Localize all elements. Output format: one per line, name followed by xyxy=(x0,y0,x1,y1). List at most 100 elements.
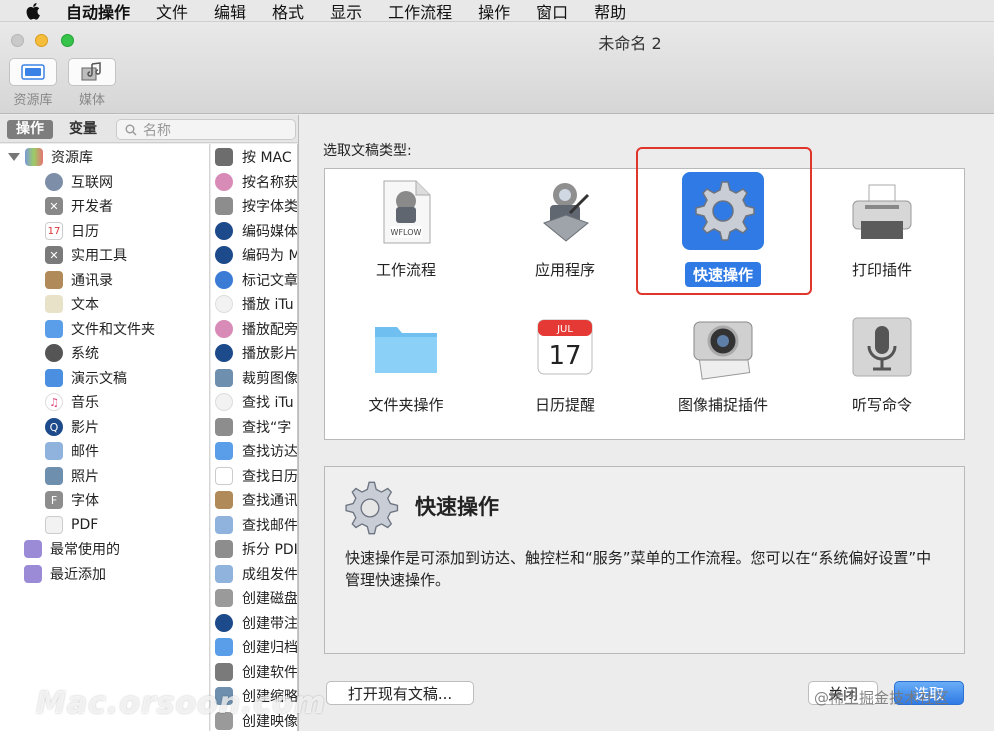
action-item[interactable]: 创建软件 xyxy=(215,660,297,684)
menu-edit[interactable]: 编辑 xyxy=(214,0,246,23)
library-item-label: 互联网 xyxy=(71,175,113,191)
library-item-label: 照片 xyxy=(71,469,99,485)
library-item-system[interactable]: 系统 xyxy=(45,341,99,365)
library-item-files-folders[interactable]: 文件和文件夹 xyxy=(45,317,155,341)
doc-type-application[interactable]: 应用程序 xyxy=(490,177,640,280)
library-item-contacts[interactable]: 通讯录 xyxy=(45,268,113,292)
action-item[interactable]: 按字体类 xyxy=(215,194,297,218)
action-item[interactable]: 创建带注 xyxy=(215,611,297,635)
menu-actions[interactable]: 操作 xyxy=(478,0,510,23)
doc-type-image-capture-plugin[interactable]: 图像捕捉插件 xyxy=(648,312,798,415)
calendar-icon xyxy=(215,467,233,485)
smart-group-most-used[interactable]: 最常使用的 xyxy=(24,537,120,561)
library-root[interactable]: 资源库 xyxy=(8,145,93,169)
action-label: 裁剪图像 xyxy=(242,371,298,387)
library-item-internet[interactable]: 互联网 xyxy=(45,170,113,194)
apple-logo-icon[interactable] xyxy=(22,2,46,20)
quick-action-gear-icon xyxy=(345,481,399,535)
media-toolbar-label: 媒体 xyxy=(78,93,105,108)
finder-icon xyxy=(45,320,63,338)
library-toggle-button[interactable] xyxy=(9,58,57,86)
library-item-text[interactable]: 文本 xyxy=(45,292,99,316)
action-item[interactable]: 裁剪图像 xyxy=(215,366,298,390)
action-item[interactable]: 标记文章 xyxy=(215,268,297,292)
doc-type-dictation-command[interactable]: 听写命令 xyxy=(807,312,957,415)
library-item-label: PDF xyxy=(71,517,99,533)
doc-type-folder-action[interactable]: 文件夹操作 xyxy=(331,312,481,415)
disk-utility-icon xyxy=(215,589,233,607)
action-item[interactable]: 查找“字 xyxy=(215,415,291,439)
doc-type-label: 打印插件 xyxy=(851,261,912,279)
smart-group-recently-added[interactable]: 最近添加 xyxy=(24,562,106,586)
action-item[interactable]: 播放 iTu xyxy=(215,292,294,316)
contacts-icon xyxy=(45,271,63,289)
action-item[interactable]: 成组发件 xyxy=(215,562,297,586)
library-item-presentations[interactable]: 演示文稿 xyxy=(45,366,127,390)
action-item[interactable]: 查找通讯 xyxy=(215,488,298,512)
action-item[interactable]: 编码为 M xyxy=(215,243,297,267)
action-label: 查找通讯 xyxy=(242,493,298,509)
library-list: 资源库 互联网 ✕ 开发者 17 日历 ✕ 实用工具 通讯录 文本 文件和文件夹 系统… xyxy=(0,144,210,731)
quicktime-icon xyxy=(215,222,233,240)
action-item[interactable]: 拆分 PDI xyxy=(215,537,297,561)
close-window-button[interactable] xyxy=(11,34,24,47)
application-icon xyxy=(543,183,590,242)
doc-type-label: 应用程序 xyxy=(534,261,595,279)
menu-format[interactable]: 格式 xyxy=(272,0,304,23)
action-item[interactable]: 查找日历 xyxy=(215,464,297,488)
doc-type-label: 工作流程 xyxy=(375,261,436,279)
mail-icon xyxy=(215,516,233,534)
action-item[interactable]: 播放配旁 xyxy=(215,317,297,341)
search-field[interactable]: 名称 xyxy=(116,119,296,140)
open-existing-document-button[interactable]: 打开现有文稿... xyxy=(326,681,474,705)
action-label: 播放 iTu xyxy=(242,297,294,313)
action-item[interactable]: 创建归档 xyxy=(215,635,297,659)
tab-variables[interactable]: 变量 xyxy=(60,120,106,139)
action-item[interactable]: 查找访达 xyxy=(215,439,297,463)
doc-type-workflow[interactable]: WFLOW 工作流程 xyxy=(331,177,481,280)
action-item[interactable]: 播放影片 xyxy=(215,341,297,365)
document-type-sheet: 选取文稿类型: WFLOW 工作流程 应用程序 快速操作 打印插件 文件夹操作 … xyxy=(298,115,994,731)
doc-type-print-plugin[interactable]: 打印插件 xyxy=(807,177,957,280)
doc-type-calendar-alarm[interactable]: JUL 17 日历提醒 xyxy=(490,312,640,415)
zoom-window-button[interactable] xyxy=(61,34,74,47)
action-item[interactable]: 按名称获 xyxy=(215,170,298,194)
library-item-calendar[interactable]: 17 日历 xyxy=(45,219,99,243)
font-icon: F xyxy=(45,491,63,509)
action-label: 编码媒体 xyxy=(242,224,298,240)
action-item[interactable]: 创建磁盘 xyxy=(215,586,297,610)
menu-view[interactable]: 显示 xyxy=(330,0,362,23)
calendar-icon: 17 xyxy=(45,222,63,240)
action-item[interactable]: 查找 iTu xyxy=(215,390,294,414)
preview-icon xyxy=(215,369,233,387)
library-item-label: 音乐 xyxy=(71,395,99,411)
menu-automator[interactable]: 自动操作 xyxy=(66,0,130,23)
action-item[interactable]: 查找邮件 xyxy=(215,513,297,537)
action-label: 按名称获 xyxy=(242,175,298,191)
library-item-photos[interactable]: 照片 xyxy=(45,464,99,488)
library-item-fonts[interactable]: F 字体 xyxy=(45,488,99,512)
calendar-month: JUL xyxy=(556,324,573,335)
menu-workflow[interactable]: 工作流程 xyxy=(388,0,452,23)
library-item-developer[interactable]: ✕ 开发者 xyxy=(45,194,113,218)
menu-window[interactable]: 窗口 xyxy=(536,0,568,23)
action-item[interactable]: 编码媒体 xyxy=(215,219,298,243)
library-item-utilities[interactable]: ✕ 实用工具 xyxy=(45,243,127,267)
library-item-music[interactable]: ♫ 音乐 xyxy=(45,390,99,414)
highlight-annotation-frame xyxy=(636,147,812,295)
doc-type-label: 图像捕捉插件 xyxy=(677,396,768,414)
menu-file[interactable]: 文件 xyxy=(156,0,188,23)
media-button[interactable] xyxy=(68,58,116,86)
library-item-pdf[interactable]: PDF xyxy=(45,513,98,537)
action-item[interactable]: 按 MAC xyxy=(215,145,292,169)
library-item-mail[interactable]: 邮件 xyxy=(45,439,99,463)
tab-actions[interactable]: 操作 xyxy=(7,120,53,139)
menu-help[interactable]: 帮助 xyxy=(594,0,626,23)
camera-icon xyxy=(693,321,753,380)
library-item-label: 文件和文件夹 xyxy=(71,322,155,338)
library-item-movies[interactable]: Q 影片 xyxy=(45,415,99,439)
minimize-window-button[interactable] xyxy=(35,34,48,47)
action-icon xyxy=(215,148,233,166)
disclosure-triangle-icon[interactable] xyxy=(8,153,20,161)
quicktime-icon: Q xyxy=(45,418,63,436)
